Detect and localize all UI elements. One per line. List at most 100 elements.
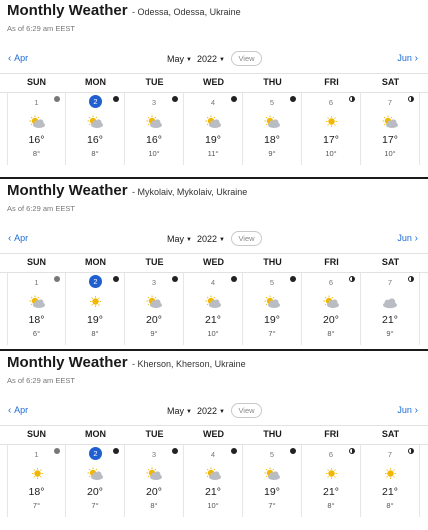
year-select[interactable]: 2022 ▼ <box>197 54 225 64</box>
day-cell[interactable]: 2 20° 7° <box>66 445 125 517</box>
high-temp: 18° <box>28 314 45 326</box>
year-select[interactable]: 2022 ▼ <box>197 234 225 244</box>
day-cell[interactable]: 4 21° 10° <box>184 445 243 517</box>
weekday-header: SUN MON TUE WED THU FRI SAT <box>0 425 428 441</box>
partly-cloudy-icon <box>145 295 163 309</box>
high-temp: 16° <box>87 134 103 146</box>
day-cell[interactable]: 3 20° 9° <box>125 273 184 345</box>
moon-phase-icon <box>113 96 119 102</box>
partly-cloudy-icon <box>145 467 163 481</box>
day-cell[interactable]: 6 17° 10° <box>302 93 361 165</box>
partly-cloudy-icon <box>204 115 222 129</box>
day-cell[interactable]: 3 16° 10° <box>125 93 184 165</box>
partly-cloudy-icon <box>263 295 281 309</box>
page-title: Monthly Weather <box>7 354 128 371</box>
day-cell[interactable]: 5 19° 7° <box>243 445 302 517</box>
high-temp: 21° <box>205 486 221 498</box>
month-select[interactable]: May ▼ <box>167 406 192 416</box>
month-select[interactable]: May ▼ <box>167 54 192 64</box>
high-temp: 21° <box>382 314 398 326</box>
high-temp: 20° <box>146 486 162 498</box>
high-temp: 20° <box>146 314 162 326</box>
next-month-link[interactable]: Jun › <box>397 233 418 244</box>
low-temp: 8° <box>91 329 99 338</box>
location-label: - Mykolaiv, Mykolaiv, Ukraine <box>132 187 248 197</box>
day-cell[interactable]: 2 16° 8° <box>66 93 125 165</box>
low-temp: 10° <box>325 149 337 158</box>
year-select[interactable]: 2022 ▼ <box>197 406 225 416</box>
partly-cloudy-icon <box>381 115 399 129</box>
day-cell[interactable]: 7 17° 10° <box>361 93 420 165</box>
month-select[interactable]: May ▼ <box>167 234 192 244</box>
moon-phase-icon <box>231 276 237 282</box>
high-temp: 21° <box>323 486 339 498</box>
low-temp: 11° <box>207 149 219 158</box>
view-button[interactable]: View <box>231 231 262 246</box>
section-divider <box>0 349 428 351</box>
prev-month-link[interactable]: ‹ Apr <box>8 405 28 416</box>
weekday-header: SUN MON TUE WED THU FRI SAT <box>0 253 428 269</box>
low-temp: 10° <box>148 149 160 158</box>
high-temp: 18° <box>264 134 280 146</box>
day-cell[interactable]: 5 18° 9° <box>243 93 302 165</box>
weekday-sat: SAT <box>381 429 400 439</box>
day-cell[interactable]: 1 18° 7° <box>7 445 66 517</box>
view-button[interactable]: View <box>231 403 262 418</box>
day-cell[interactable]: 1 16° 8° <box>7 93 66 165</box>
low-temp: 10° <box>207 329 219 338</box>
calendar-week-row: 1 18° 7° 2 20° 7° 3 20° 8° 4 21° 10° 5 19° 7° 6 21° 8° 7 21… <box>0 444 428 517</box>
high-temp: 19° <box>264 314 280 326</box>
today-date-badge: 2 <box>89 447 102 460</box>
low-temp: 6° <box>32 329 41 338</box>
day-cell[interactable]: 5 19° 7° <box>243 273 302 345</box>
prev-month-label: Apr <box>14 233 29 243</box>
low-temp: 8° <box>150 501 158 510</box>
day-cell[interactable]: 7 21° 9° <box>361 273 420 345</box>
partly-cloudy-icon <box>263 467 281 481</box>
day-cell[interactable]: 4 19° 11° <box>184 93 243 165</box>
moon-phase-icon <box>231 448 237 454</box>
month-select-value: May <box>167 406 185 416</box>
chevron-right-icon: › <box>411 233 418 244</box>
low-temp: 7° <box>268 501 276 510</box>
high-temp: 20° <box>323 314 339 326</box>
section-divider <box>0 177 428 179</box>
high-temp: 16° <box>28 134 45 146</box>
caret-down-icon: ▼ <box>186 57 192 63</box>
day-cell[interactable]: 6 21° 8° <box>302 445 361 517</box>
high-temp: 18° <box>28 486 45 498</box>
next-month-link[interactable]: Jun › <box>397 405 418 416</box>
moon-phase-icon <box>54 96 60 102</box>
low-temp: 10° <box>207 501 219 510</box>
high-temp: 20° <box>87 486 103 498</box>
next-month-label: Jun <box>397 233 412 243</box>
low-temp: 9° <box>268 149 276 158</box>
prev-month-link[interactable]: ‹ Apr <box>8 233 28 244</box>
day-cell[interactable]: 4 21° 10° <box>184 273 243 345</box>
weekday-tue: TUE <box>145 429 164 439</box>
prev-month-link[interactable]: ‹ Apr <box>8 53 28 64</box>
day-cell[interactable]: 7 21° 8° <box>361 445 420 517</box>
day-cell[interactable]: 3 20° 8° <box>125 445 184 517</box>
day-cell[interactable]: 1 18° 6° <box>7 273 66 345</box>
weekday-sun: SUN <box>26 77 46 87</box>
low-temp: 8° <box>386 501 394 510</box>
view-button[interactable]: View <box>231 51 262 66</box>
high-temp: 17° <box>382 134 398 146</box>
next-month-link[interactable]: Jun › <box>397 53 418 64</box>
weather-section-2: Monthly Weather - Mykolaiv, Mykolaiv, Uk… <box>0 180 428 355</box>
moon-phase-icon <box>349 276 355 282</box>
partly-cloudy-icon <box>28 115 46 129</box>
weekday-tue: TUE <box>145 77 164 87</box>
moon-phase-icon <box>172 96 178 102</box>
high-temp: 21° <box>382 486 398 498</box>
caret-down-icon: ▼ <box>219 409 225 415</box>
cloudy-icon <box>381 295 399 309</box>
day-cell[interactable]: 6 20° 8° <box>302 273 361 345</box>
today-date-badge: 2 <box>89 275 102 288</box>
day-cell[interactable]: 2 19° 8° <box>66 273 125 345</box>
year-select-value: 2022 <box>197 406 218 416</box>
sunny-icon <box>322 467 340 481</box>
weather-section-1: Monthly Weather - Odessa, Odessa, Ukrain… <box>0 0 428 175</box>
low-temp: 8° <box>327 329 335 338</box>
